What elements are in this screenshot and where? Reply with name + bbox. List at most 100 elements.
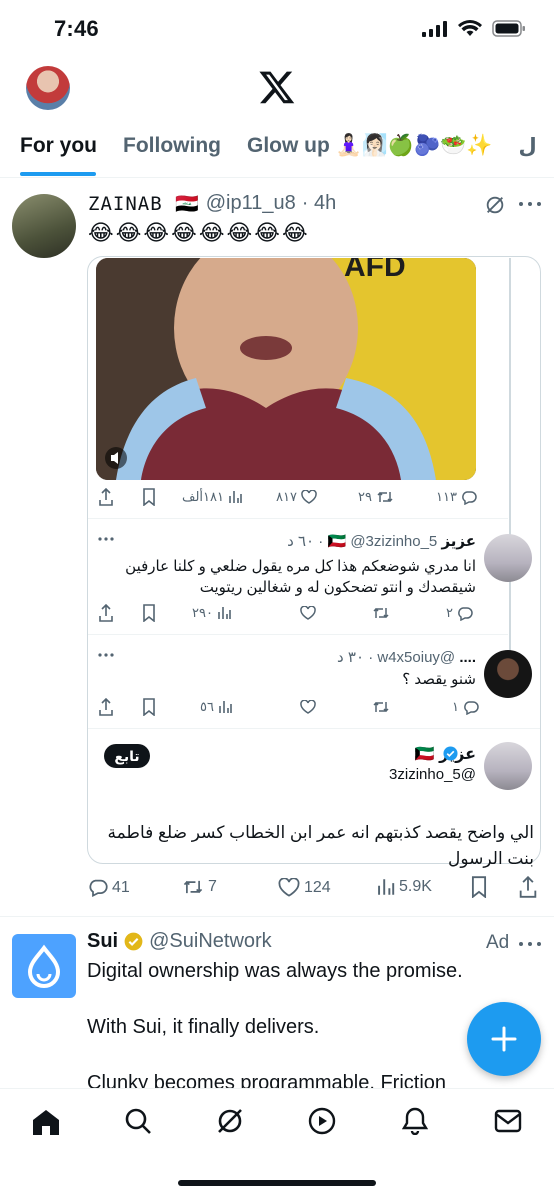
post-author-avatar[interactable] [12, 194, 76, 258]
post-author-handle[interactable]: @ip11_u8 [206, 192, 296, 215]
tab-glow-up[interactable]: Glow up 🧘🏻‍♀️🧖🏻‍♀️🍏🫐🥗✨ [247, 128, 493, 178]
reply-2-replies[interactable]: ١ [452, 699, 479, 715]
tab-following[interactable]: Following [123, 128, 221, 178]
signal-icon [422, 20, 447, 37]
ad-handle[interactable]: @SuiNetwork [149, 930, 272, 953]
like-button[interactable]: 124 [278, 878, 331, 897]
share-icon [99, 488, 113, 506]
reply-1-header: عزيز 🇰🇼 @3zizinho_5 · ٦٠ د [118, 532, 476, 550]
card-edge-line [509, 258, 511, 678]
profile-avatar[interactable] [26, 66, 70, 110]
sui-avatar[interactable] [12, 934, 76, 998]
quoted-handle[interactable]: @3zizinho_5 [300, 766, 476, 783]
replies-count[interactable]: ١١٣ [436, 489, 477, 505]
heart-icon [300, 700, 316, 714]
reply-1-replies-value: ٢ [446, 605, 453, 620]
battery-icon [492, 20, 525, 37]
video-actions: ١٨١ألف ٨١٧ ٢٩ ١١٣ [96, 488, 477, 508]
home-indicator [178, 1180, 376, 1186]
reply-icon [89, 879, 108, 897]
status-icons [422, 20, 526, 37]
bookmark-icon [143, 488, 155, 506]
ad-line-1: Digital ownership was always the promise… [87, 960, 463, 982]
heart-icon [278, 878, 300, 897]
retweets-count[interactable]: ٢٩ [358, 489, 394, 505]
likes-count[interactable]: ٨١٧ [276, 489, 317, 505]
ad-line-2: With Sui, it finally delivers. [87, 1016, 320, 1038]
share-icon [99, 698, 113, 716]
follow-button[interactable]: تابع [104, 744, 150, 768]
search-icon [125, 1108, 151, 1134]
repost-button[interactable]: 7 [182, 878, 217, 896]
like-count: 124 [304, 878, 331, 896]
heart-icon [300, 606, 316, 620]
more-options-icon[interactable] [518, 200, 542, 208]
views-icon [229, 491, 242, 503]
repost-count: 7 [208, 878, 217, 895]
compose-button[interactable] [467, 1002, 541, 1076]
embedded-video[interactable]: AFD [96, 258, 476, 480]
active-tab-indicator [20, 172, 96, 176]
reply-1-replies[interactable]: ٢ [446, 605, 473, 621]
card-divider-3 [88, 728, 540, 729]
views-value: ١٨١ألف [182, 489, 224, 504]
tab-more[interactable]: ل [519, 128, 537, 178]
retweets-value: ٢٩ [358, 489, 372, 504]
ad-name[interactable]: Sui [87, 930, 118, 953]
bookmark-icon [143, 698, 155, 716]
reply-1-handle[interactable]: @3zizinho_5 · ٦٠ د [287, 533, 437, 550]
quoted-text: الي واضح يقصد كذبتهم انه عمر ابن الخطاب … [107, 823, 534, 868]
reply-count: 41 [112, 878, 130, 896]
repost-icon [183, 880, 203, 894]
reply-1-avatar[interactable] [484, 534, 532, 582]
card-divider-2 [88, 634, 508, 635]
reply-2-views-value: ٥٦ [200, 699, 214, 714]
post-author-name[interactable]: ZAINAB 🇮🇶 [88, 192, 200, 215]
views-count[interactable]: ١٨١ألف [182, 489, 242, 505]
tab-for-you[interactable]: For you [20, 128, 97, 178]
grok-icon[interactable] [484, 194, 506, 216]
messages-icon [494, 1109, 522, 1133]
svg-text:AFD: AFD [344, 258, 406, 283]
reply-2-handle[interactable]: @w4x5oiuy · ٣٠ د [337, 649, 455, 666]
reply-2-actions: ٥٦ ١ [96, 698, 479, 718]
reply-1-more-icon[interactable] [98, 536, 114, 542]
views-icon [218, 607, 231, 619]
views-count-total: 5.9K [399, 878, 432, 895]
repost-icon [373, 607, 389, 619]
reply-2-name[interactable]: .... [459, 649, 476, 666]
grok-nav-icon [218, 1109, 242, 1133]
reply-icon [462, 490, 477, 505]
views-button[interactable]: 5.9K [376, 878, 432, 896]
views-icon [219, 701, 232, 713]
wifi-icon [458, 20, 482, 36]
post-time: · 4h [301, 192, 337, 214]
views-icon [378, 879, 395, 895]
ad-more-icon[interactable] [518, 940, 542, 948]
reply-button[interactable]: 41 [88, 878, 130, 897]
reply-icon [458, 606, 473, 621]
video-play-icon [308, 1107, 336, 1135]
reply-2-header: .... @w4x5oiuy · ٣٠ د [118, 648, 476, 666]
status-time: 7:46 [54, 16, 99, 41]
post-divider [0, 916, 554, 917]
reply-2-views[interactable]: ٥٦ [200, 699, 232, 715]
replies-value: ١١٣ [436, 489, 457, 504]
card-divider-1 [88, 518, 508, 519]
heart-icon [301, 490, 317, 504]
reply-2-replies-value: ١ [452, 699, 459, 714]
ad-header: Sui @SuiNetwork [87, 930, 272, 953]
bookmark-icon [471, 876, 487, 898]
reply-2-avatar[interactable] [484, 650, 532, 698]
gold-verified-icon [124, 932, 143, 951]
reply-2-more-icon[interactable] [98, 652, 114, 658]
reply-1-views-value: ٢٩٠ [192, 605, 213, 620]
reply-1-views[interactable]: ٢٩٠ [192, 605, 231, 621]
post-stats-row: 41 7 124 5.9K [0, 872, 554, 904]
x-logo-icon[interactable] [258, 68, 296, 106]
repost-icon [377, 491, 393, 503]
notifications-bell-icon [402, 1107, 428, 1135]
post-author-line: ZAINAB 🇮🇶 @ip11_u8 · 4h [88, 192, 336, 215]
likes-value: ٨١٧ [276, 489, 297, 504]
quoted-avatar[interactable] [484, 742, 532, 790]
